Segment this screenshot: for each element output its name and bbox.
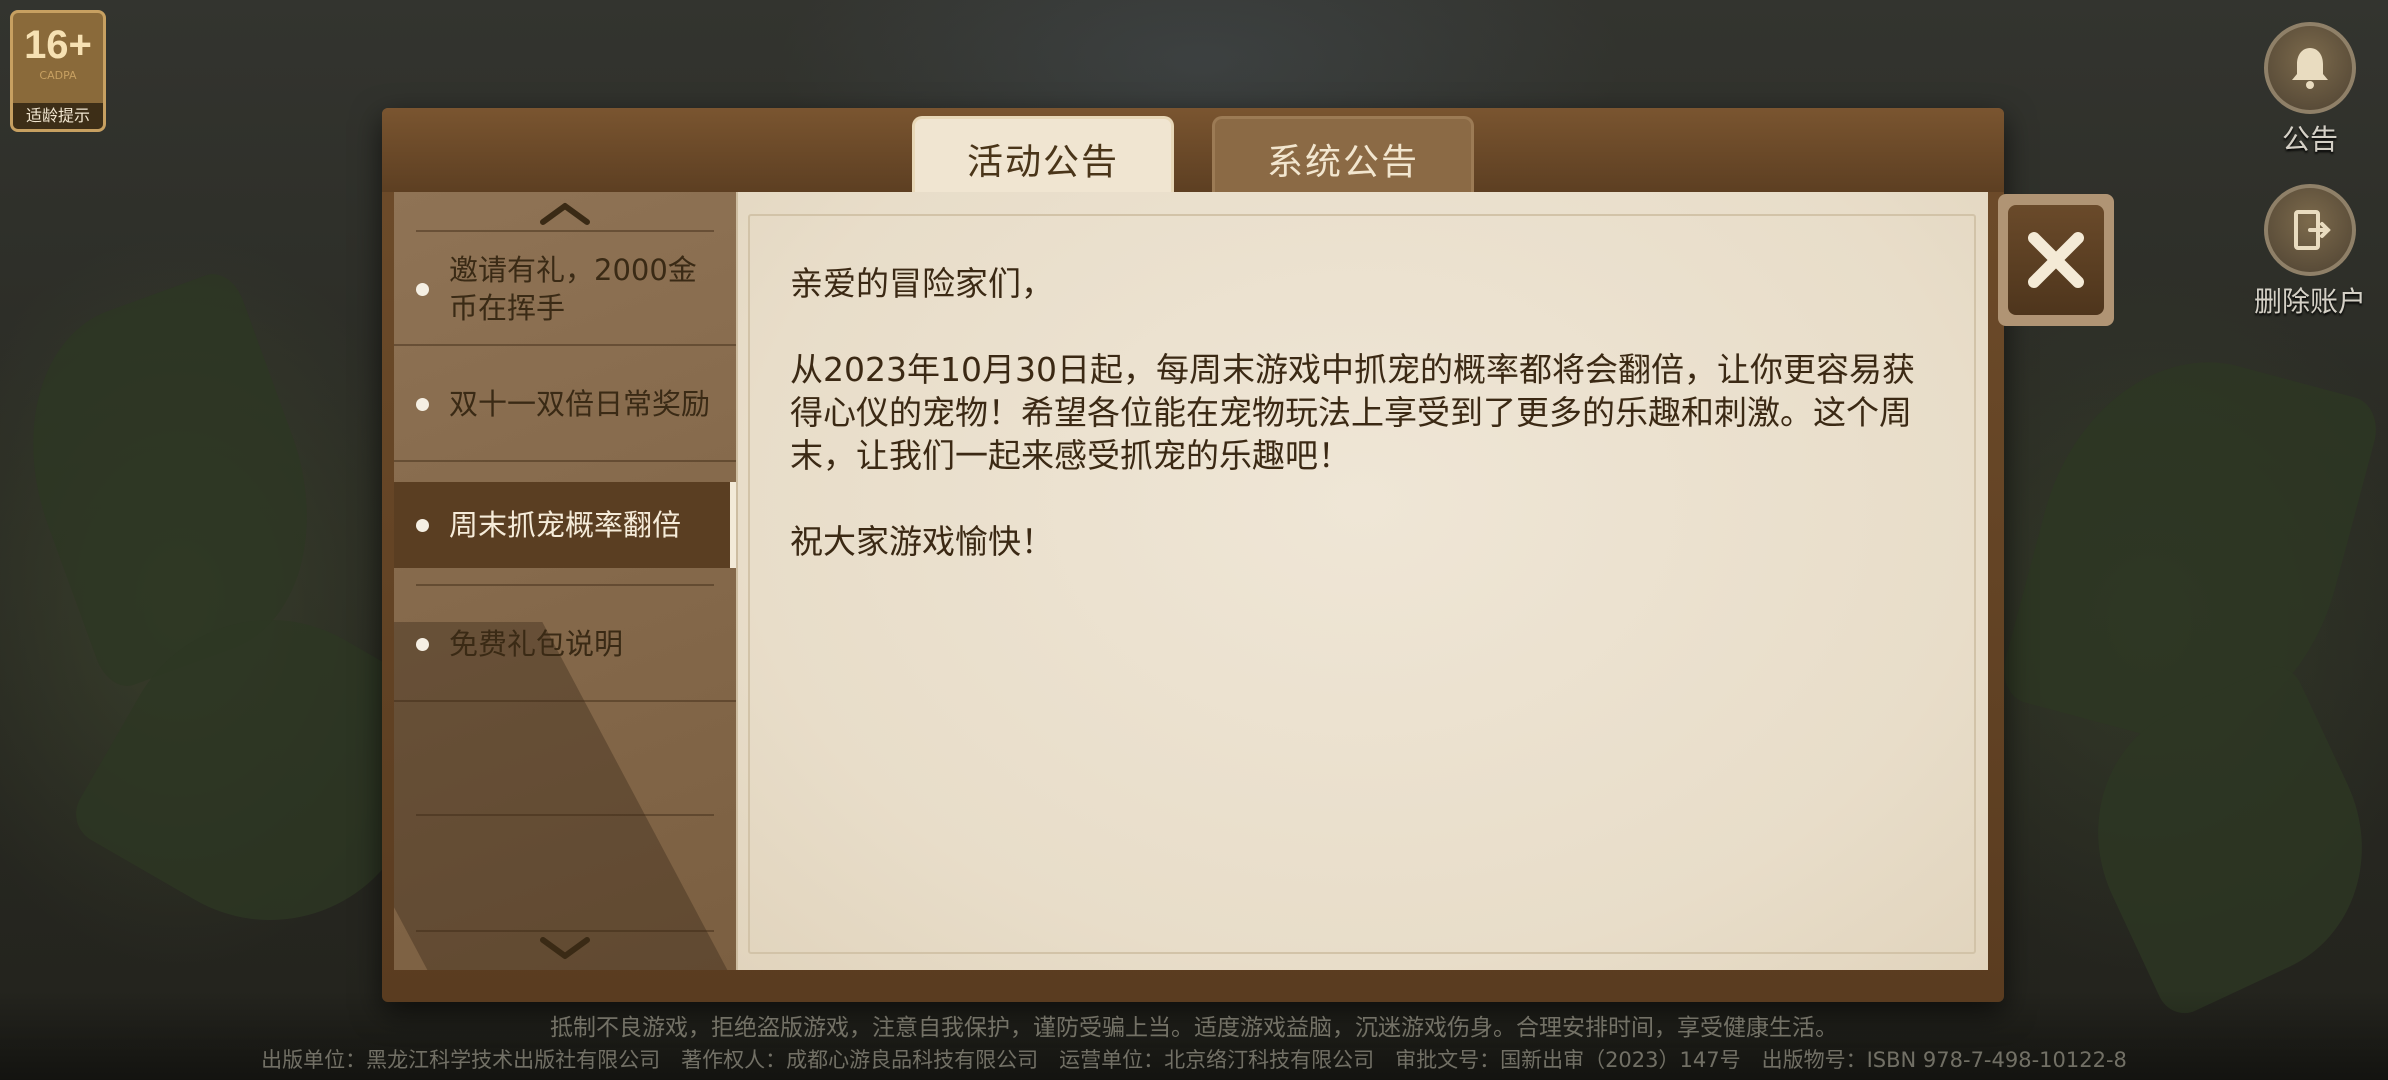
bullet-dot [416,518,429,532]
announcement-content: 亲爱的冒险家们， 从2023年10月30日起，每周末游戏中抓宠的概率都将会翻倍，… [736,192,1988,970]
delete-account-button[interactable]: 删除账户 [2240,184,2380,320]
content-body: 从2023年10月30日起，每周末游戏中抓宠的概率都将会翻倍，让你更容易获得心仪… [790,350,1915,475]
bullet-dot [416,637,429,651]
scroll-down-button[interactable] [394,934,736,964]
list-item-weekend-capture[interactable]: 周末抓宠概率翻倍 [394,482,736,568]
age-rating-number: 16+ [24,23,92,67]
scroll-up-button[interactable] [394,198,736,228]
list-item-double-eleven[interactable]: 双十一双倍日常奖励 [394,348,736,462]
list-separator [416,230,714,232]
exit-door-icon [2294,210,2331,250]
close-button-face [2008,205,2104,315]
announcement-icon-circle [2264,22,2356,114]
announcement-button[interactable]: 公告 [2240,22,2380,158]
dialog-header-bar [382,108,2004,192]
age-rating-tip: 适龄提示 [13,103,103,129]
publication-info: 出版单位：黑龙江科学技术出版社有限公司 著作权人：成都心游良品科技有限公司 运营… [261,1048,2127,1072]
list-item-label: 邀请有礼，2000金币在挥手 [449,253,697,325]
bullet-dot [416,282,429,296]
list-item-label: 双十一双倍日常奖励 [449,387,711,421]
chevron-down-icon [540,937,590,959]
announcement-list: 邀请有礼，2000金币在挥手 双十一双倍日常奖励 周末抓宠概率翻倍 免费礼包说明 [394,192,736,970]
age-rating-org: CADPA [39,69,77,82]
list-item-label: 周末抓宠概率翻倍 [449,508,682,542]
content-greeting: 亲爱的冒险家们， [790,264,1054,303]
close-icon [2028,232,2084,288]
list-item-free-gift[interactable]: 免费礼包说明 [394,588,736,702]
content-closing: 祝大家游戏愉快！ [790,522,1054,561]
chevron-up-icon [540,203,590,225]
announcement-dialog: 活动公告 系统公告 邀请有礼，2000金币在挥手 双十一双倍日常奖励 周末抓宠概… [382,108,2004,1002]
list-separator [416,584,714,586]
health-notice: 抵制不良游戏，拒绝盗版游戏，注意自我保护，谨防受骗上当。适度游戏益脑，沉迷游戏伤… [550,1015,1838,1041]
tab-activity-announcement[interactable]: 活动公告 [912,116,1174,198]
bell-icon [2292,48,2328,89]
tab-system-announcement[interactable]: 系统公告 [1212,116,1474,198]
announcement-text: 亲爱的冒险家们， 从2023年10月30日起，每周末游戏中抓宠的概率都将会翻倍，… [790,262,1940,563]
list-separator [416,930,714,932]
close-button[interactable] [1998,194,2114,326]
list-item-label: 免费礼包说明 [449,627,624,661]
delete-account-label: 删除账户 [2253,285,2366,318]
delete-account-icon-circle [2264,184,2356,276]
list-item-invite-reward[interactable]: 邀请有礼，2000金币在挥手 [394,234,736,346]
list-separator [416,814,714,816]
announcement-label: 公告 [2281,123,2338,156]
bullet-dot [416,397,429,411]
age-rating-badge[interactable]: 16+ CADPA 适龄提示 [10,10,106,132]
